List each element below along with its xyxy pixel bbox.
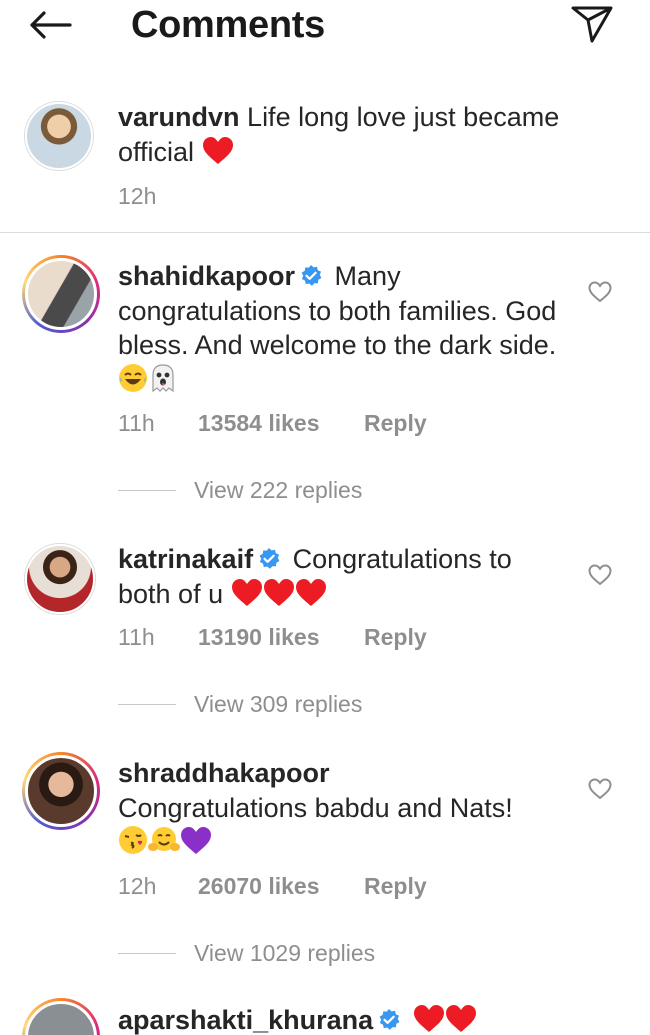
heart-outline-icon xyxy=(588,778,612,800)
caption-text: varundvn Life long love just became offi… xyxy=(118,100,568,169)
comment-text: katrinakaif Congratulations to both of u xyxy=(118,542,568,611)
like-button[interactable] xyxy=(588,564,612,586)
direct-send-button[interactable] xyxy=(570,4,616,46)
avatar[interactable] xyxy=(22,752,100,830)
comment-meta: 11h 13584 likes Reply xyxy=(118,410,427,437)
reply-button[interactable]: Reply xyxy=(364,624,427,651)
page-title: Comments xyxy=(131,4,325,46)
comment-text: shraddhakapoor Congratulations babdu and… xyxy=(118,756,568,864)
back-arrow-icon xyxy=(30,11,72,39)
likes-count[interactable]: 26070 likes xyxy=(198,873,364,900)
avatar[interactable] xyxy=(22,255,100,333)
caption-meta: 12h xyxy=(118,183,198,210)
red-heart-icon xyxy=(445,1005,476,1032)
back-button[interactable] xyxy=(28,6,74,44)
purple-heart-icon xyxy=(181,827,211,854)
comment-text: shahidkapoor Many congratulations to bot… xyxy=(118,259,568,401)
view-replies-label: View 222 replies xyxy=(194,477,363,503)
heart-outline-icon xyxy=(588,281,612,303)
avatar[interactable] xyxy=(24,101,94,171)
username[interactable]: shraddhakapoor xyxy=(118,758,330,788)
verified-badge-icon xyxy=(259,548,280,569)
like-button[interactable] xyxy=(588,281,612,303)
red-heart-icon xyxy=(202,136,233,164)
header: Comments xyxy=(0,0,650,60)
ghost-emoji-icon xyxy=(148,363,178,402)
avatar[interactable] xyxy=(24,543,96,615)
likes-count[interactable]: 13584 likes xyxy=(198,410,364,437)
verified-badge-icon xyxy=(301,265,322,286)
view-replies-label: View 309 replies xyxy=(194,691,363,717)
avatar[interactable] xyxy=(22,998,100,1035)
divider-line xyxy=(118,704,176,705)
heart-outline-icon xyxy=(588,564,612,586)
red-heart-icon xyxy=(231,578,262,606)
divider xyxy=(0,232,650,233)
username[interactable]: varundvn xyxy=(118,102,240,132)
reply-button[interactable]: Reply xyxy=(364,873,427,900)
likes-count[interactable]: 13190 likes xyxy=(198,624,364,651)
username[interactable]: aparshakti_khurana xyxy=(118,1005,373,1035)
comment-meta: 11h 13190 likes Reply xyxy=(118,624,427,651)
timestamp: 11h xyxy=(118,410,155,436)
view-replies-button[interactable]: View 222 replies xyxy=(118,477,362,504)
comments-screen: Comments varundvn Life long love just be… xyxy=(0,0,650,1035)
timestamp: 12h xyxy=(118,873,157,899)
red-heart-icon xyxy=(295,578,326,606)
comment-meta: 12h 26070 likes Reply xyxy=(118,873,427,900)
comment-text: aparshakti_khurana xyxy=(118,1003,568,1035)
red-heart-icon xyxy=(263,578,294,606)
view-replies-button[interactable]: View 1029 replies xyxy=(118,940,375,967)
like-button[interactable] xyxy=(588,778,612,800)
timestamp: 12h xyxy=(118,183,157,209)
laughing-emoji-icon xyxy=(118,363,148,402)
reply-button[interactable]: Reply xyxy=(364,410,427,437)
username[interactable]: shahidkapoor xyxy=(118,261,295,291)
red-heart-icon xyxy=(413,1005,444,1032)
timestamp: 11h xyxy=(118,624,155,650)
view-replies-label: View 1029 replies xyxy=(194,940,376,966)
comment-body: Congratulations babdu and Nats! xyxy=(118,792,513,823)
divider-line xyxy=(118,490,176,491)
divider-line xyxy=(118,953,176,954)
username[interactable]: katrinakaif xyxy=(118,544,253,574)
kiss-emoji-icon xyxy=(118,825,148,864)
view-replies-button[interactable]: View 309 replies xyxy=(118,691,362,718)
direct-send-icon xyxy=(571,6,613,43)
hug-emoji-icon xyxy=(148,825,180,864)
verified-badge-icon xyxy=(379,1009,400,1030)
